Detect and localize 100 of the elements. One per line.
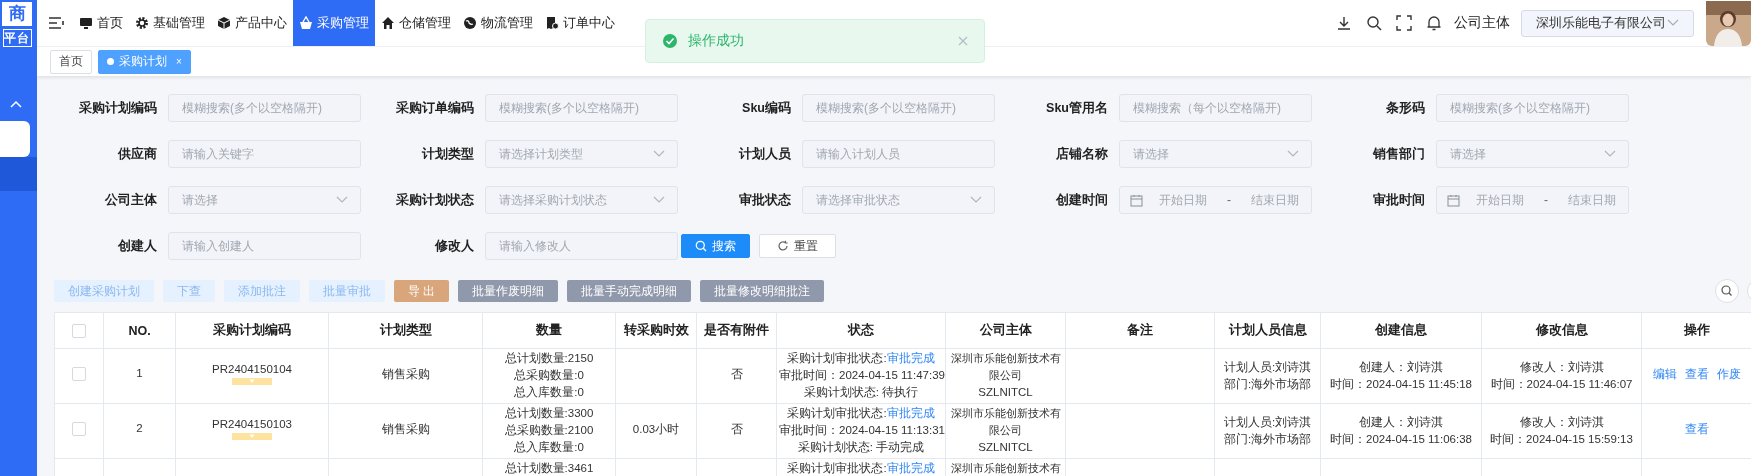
status-line: 采购计划审批状态:	[787, 407, 887, 419]
toolbar-button[interactable]: 批量修改明细批注	[700, 280, 825, 302]
toolbar-button[interactable]: 批量作废明细	[458, 280, 559, 302]
company-code: SZLNITCL	[977, 385, 1034, 400]
date-range-field[interactable]: 开始日期 - 结束日期	[1436, 186, 1629, 214]
select-field[interactable]: 请选择	[1436, 140, 1629, 168]
select-field[interactable]: 请选择	[168, 186, 361, 214]
filter-label: 公司主体	[104, 191, 157, 209]
table-cell: 销售采购	[381, 423, 430, 435]
input-field[interactable]: 模糊搜索(多个以空格隔开)	[1436, 94, 1629, 122]
planner-line: 计划人员:刘诗淇	[1222, 360, 1313, 375]
menu-icon[interactable]	[48, 16, 64, 30]
filter-label: 采购订单编码	[395, 99, 474, 117]
fullscreen-icon[interactable]	[1396, 15, 1412, 31]
column-header: 数量	[482, 312, 616, 349]
filter-label: 采购计划编码	[78, 99, 157, 117]
nav-item[interactable]: 订单中心	[539, 0, 621, 46]
action-link[interactable]: 编辑	[1652, 368, 1677, 380]
receipt-icon	[545, 16, 559, 30]
created-line: 创建人：刘诗淇	[1358, 415, 1444, 430]
filter-label: 创建人	[117, 237, 157, 255]
bell-icon[interactable]	[1426, 15, 1442, 31]
sidebar-item[interactable]	[0, 157, 37, 191]
filter-label: 店铺名称	[1055, 145, 1108, 163]
column-header: 创建信息	[1320, 312, 1482, 349]
action-link[interactable]: 作废	[1716, 368, 1741, 380]
input-field[interactable]: 模糊搜索(多个以空格隔开)	[485, 94, 678, 122]
input-field[interactable]: 请输入修改人	[485, 232, 678, 260]
modified-line: 时间：2024-04-15 15:59:13	[1489, 432, 1634, 447]
status-link[interactable]: 审批完成	[886, 407, 935, 419]
chevron-up-icon[interactable]	[10, 100, 22, 108]
table-cell: 销售采购	[381, 368, 430, 380]
column-header: 采购计划编码	[175, 312, 329, 349]
nav-item[interactable]: 物流管理	[457, 0, 539, 46]
status-link[interactable]: 审批完成	[886, 352, 935, 364]
quantity-line: 总计划数量:3300	[503, 406, 595, 421]
cube-icon	[217, 16, 231, 30]
filter-label: 审批状态	[738, 191, 791, 209]
globe-icon	[463, 16, 477, 30]
select-field[interactable]: 请选择	[1119, 140, 1312, 168]
sidebar-item[interactable]	[0, 121, 30, 157]
input-field[interactable]: 请输入计划人员	[802, 140, 995, 168]
planner-line: 部门:海外市场部	[1222, 432, 1313, 447]
filter-label: 创建时间	[1055, 191, 1108, 209]
nav-item[interactable]: 仓储管理	[375, 0, 457, 46]
date-range-field[interactable]: 开始日期 - 结束日期	[1119, 186, 1312, 214]
chevron-down-icon	[336, 196, 348, 204]
select-field[interactable]: 请选择审批状态	[802, 186, 995, 214]
column-header: 修改信息	[1481, 312, 1642, 349]
nav-item[interactable]: 产品中心	[211, 0, 293, 46]
toolbar-button[interactable]: 导 出	[394, 280, 450, 302]
action-link[interactable]: 查看	[1684, 368, 1709, 380]
close-icon[interactable]	[958, 36, 968, 46]
search-icon[interactable]	[1366, 15, 1382, 31]
created-line: 时间：2024-04-15 11:06:38	[1329, 432, 1473, 447]
input-field[interactable]: 请输入关键字	[168, 140, 361, 168]
column-header: 公司主体	[945, 312, 1066, 349]
column-header: 计划类型	[328, 312, 483, 349]
page-tab[interactable]: 首页	[50, 49, 92, 74]
select-field[interactable]: 请选择采购计划状态	[485, 186, 678, 214]
status-line: 采购计划审批状态:	[787, 462, 887, 474]
checkbox[interactable]	[72, 323, 86, 338]
company-code: SZLNITCL	[977, 440, 1034, 455]
filter-label: 采购计划状态	[395, 191, 474, 209]
column-header: 是否有附件	[696, 312, 777, 349]
check-circle-icon	[662, 33, 678, 49]
input-field[interactable]: 请输入创建人	[168, 232, 361, 260]
download-icon[interactable]	[1336, 15, 1352, 31]
input-field[interactable]: 模糊搜索(多个以空格隔开)	[802, 94, 995, 122]
basket-icon	[299, 16, 313, 30]
status-line: 审批时间：2024-04-15 11:47:39	[779, 369, 945, 381]
planner-line: 计划人员:刘诗淇	[1222, 415, 1313, 430]
nav-item[interactable]: 首页	[73, 0, 129, 46]
company-name: 深圳市乐能创新技术有	[949, 461, 1062, 476]
action-link[interactable]: 查看	[1684, 423, 1709, 435]
page-tab[interactable]: 采购计划 ×	[98, 49, 191, 74]
status-link[interactable]: 审批完成	[886, 462, 935, 474]
search-button[interactable]: 搜索	[681, 234, 750, 258]
checkbox[interactable]	[72, 367, 86, 381]
input-field[interactable]: 模糊搜索（每个以空格隔开)	[1119, 94, 1312, 122]
filter-label: Sku编码	[741, 99, 791, 117]
quantity-line: 总入库数量:0	[513, 385, 585, 400]
filter-label: 计划人员	[738, 145, 791, 163]
calendar-icon	[1447, 193, 1460, 207]
modified-line: 修改人：刘诗淇	[1518, 415, 1605, 430]
checkbox[interactable]	[72, 422, 86, 436]
nav-item[interactable]: 基础管理	[129, 0, 211, 46]
company-select[interactable]: 深圳乐能电子有限公司	[1521, 9, 1694, 37]
reset-button[interactable]: 重置	[759, 234, 836, 258]
caret-tag-icon[interactable]	[232, 433, 272, 440]
select-field[interactable]: 请选择计划类型	[485, 140, 678, 168]
monitor-icon	[79, 16, 93, 30]
nav-item[interactable]: 采购管理	[293, 0, 375, 46]
toolbar-button[interactable]: 批量手动完成明细	[567, 280, 692, 302]
input-field[interactable]: 模糊搜索(多个以空格隔开)	[168, 94, 361, 122]
planner-line: 部门:海外市场部	[1222, 377, 1313, 392]
close-icon[interactable]: ×	[176, 56, 182, 67]
gear-icon	[135, 16, 149, 30]
caret-tag-icon[interactable]	[232, 378, 272, 385]
chevron-down-icon	[970, 196, 982, 204]
